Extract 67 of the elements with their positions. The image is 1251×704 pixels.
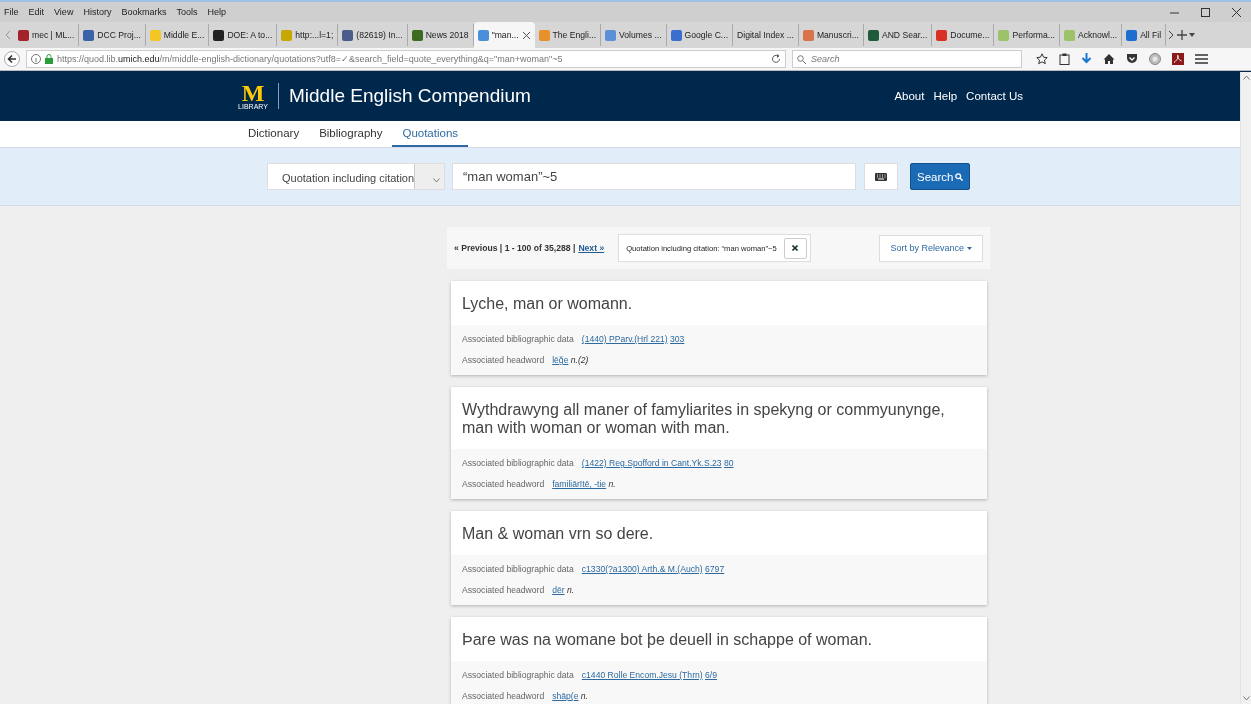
quotation-text: Þare was na womane bot þe deuell in schappe of woman. bbox=[461, 630, 874, 650]
query-field[interactable]: “man woman”~5 bbox=[452, 163, 856, 190]
field-label: Associated headword bbox=[462, 584, 545, 597]
search-button[interactable]: Search bbox=[910, 163, 971, 190]
browser-tab[interactable]: Digital Index ... bbox=[733, 24, 799, 46]
part-of-speech: n. bbox=[580, 691, 588, 701]
menu-item[interactable]: File bbox=[4, 7, 19, 17]
headword-link[interactable]: shāp(e bbox=[552, 691, 579, 701]
page-link[interactable]: 303 bbox=[670, 334, 685, 344]
menu-item[interactable]: Help bbox=[207, 7, 226, 17]
result-count: « Previous | 1 - 100 of 35,288 | bbox=[454, 243, 576, 253]
menu-item[interactable]: View bbox=[54, 7, 74, 17]
headword-link[interactable]: familiārītē, -tie bbox=[552, 479, 607, 489]
field-label: Associated headword bbox=[462, 354, 545, 367]
browser-tab[interactable]: DCC Proj... bbox=[79, 24, 146, 46]
page-link[interactable]: 6797 bbox=[705, 564, 725, 574]
quotation-text: Wythdrawyng all maner of famyliarites in spekyng or commyunynge, man with woman or woman with man. bbox=[461, 400, 946, 438]
browser-tab[interactable]: Docume... bbox=[932, 24, 995, 46]
site-title: Middle English Compendium bbox=[289, 85, 531, 107]
headword-link[interactable]: dēr bbox=[552, 585, 565, 595]
browser-tab[interactable]: DOE: A to... bbox=[209, 24, 278, 46]
search-field-select[interactable]: Quotation including citation bbox=[267, 163, 445, 190]
headword-link[interactable]: lēğe bbox=[552, 355, 569, 365]
browser-tab[interactable]: (82619) In... bbox=[338, 24, 408, 46]
field-label: Associated bibliographic data bbox=[462, 457, 574, 470]
quotation-text: Lyche, man or womann. bbox=[461, 294, 634, 314]
citation-link[interactable]: (1440) PParv.(Hrl 221) bbox=[581, 334, 668, 344]
browser-tab[interactable]: Manuscri... bbox=[798, 24, 864, 46]
page-link[interactable]: 80 bbox=[724, 458, 734, 468]
field-label: Associated bibliographic data bbox=[462, 563, 574, 576]
part-of-speech: n. bbox=[567, 585, 575, 595]
part-of-speech: n.(2) bbox=[570, 355, 589, 365]
menu-item[interactable]: Tools bbox=[176, 7, 198, 17]
citation-link[interactable]: c1330(?a1300) Arth.& M.(Auch) bbox=[581, 564, 703, 574]
field-label: Associated bibliographic data bbox=[462, 669, 574, 682]
field-label: Associated bibliographic data bbox=[462, 333, 574, 346]
nav-link[interactable]: Contact Us bbox=[966, 90, 1023, 102]
browser-tab[interactable]: The Engli... bbox=[534, 24, 602, 46]
browser-tab[interactable]: "man... bbox=[473, 22, 535, 48]
nav-link[interactable]: About bbox=[894, 90, 925, 102]
part-of-speech: n. bbox=[608, 479, 616, 489]
quotation-text: Man & woman vrn so dere. bbox=[461, 524, 655, 544]
nav-tab[interactable]: Bibliography bbox=[309, 121, 393, 147]
citation-link[interactable]: c1440 Rolle Encom.Jesu (Thrn) bbox=[581, 670, 703, 680]
nav-link[interactable]: Help bbox=[933, 90, 958, 102]
field-label: Associated headword bbox=[462, 690, 545, 703]
browser-tab[interactable]: http:...l=1; bbox=[277, 24, 339, 46]
menu-item[interactable]: Bookmarks bbox=[121, 7, 167, 17]
nav-tab[interactable]: Dictionary bbox=[238, 121, 310, 147]
browser-tab[interactable]: Middle E... bbox=[145, 24, 210, 46]
page-link[interactable]: 6/9 bbox=[705, 670, 717, 680]
field-label: Associated headword bbox=[462, 478, 545, 491]
address-bar[interactable]: https://quod.lib.umich.edu/m/middle-english-dictionary/quotations?utf8=✓&search_field=quote_everything&q="man+woman"~5 bbox=[26, 50, 786, 68]
browser-tab[interactable]: All Fil bbox=[1122, 24, 1167, 46]
citation-link[interactable]: (1422) Reg.Spofford in Cant.Yk.S.23 bbox=[581, 458, 722, 468]
browser-tab[interactable]: Acknowl... bbox=[1059, 24, 1123, 46]
menu-item[interactable]: History bbox=[83, 7, 112, 17]
browser-tab[interactable]: News 2018 bbox=[407, 24, 474, 46]
browser-tab[interactable]: Google C... bbox=[666, 24, 734, 46]
browser-tab[interactable]: Performa... bbox=[994, 24, 1060, 46]
browser-tab[interactable]: mec | ML... bbox=[14, 24, 80, 46]
browser-tab[interactable]: Volumes ... bbox=[601, 24, 667, 46]
browser-tab[interactable]: AND Sear... bbox=[863, 24, 933, 46]
menu-item[interactable]: Edit bbox=[28, 7, 45, 17]
sort-button[interactable]: Sort by Relevance bbox=[879, 234, 983, 262]
next-link[interactable]: Next » bbox=[578, 243, 605, 253]
search-field[interactable]: Search bbox=[792, 50, 1022, 68]
